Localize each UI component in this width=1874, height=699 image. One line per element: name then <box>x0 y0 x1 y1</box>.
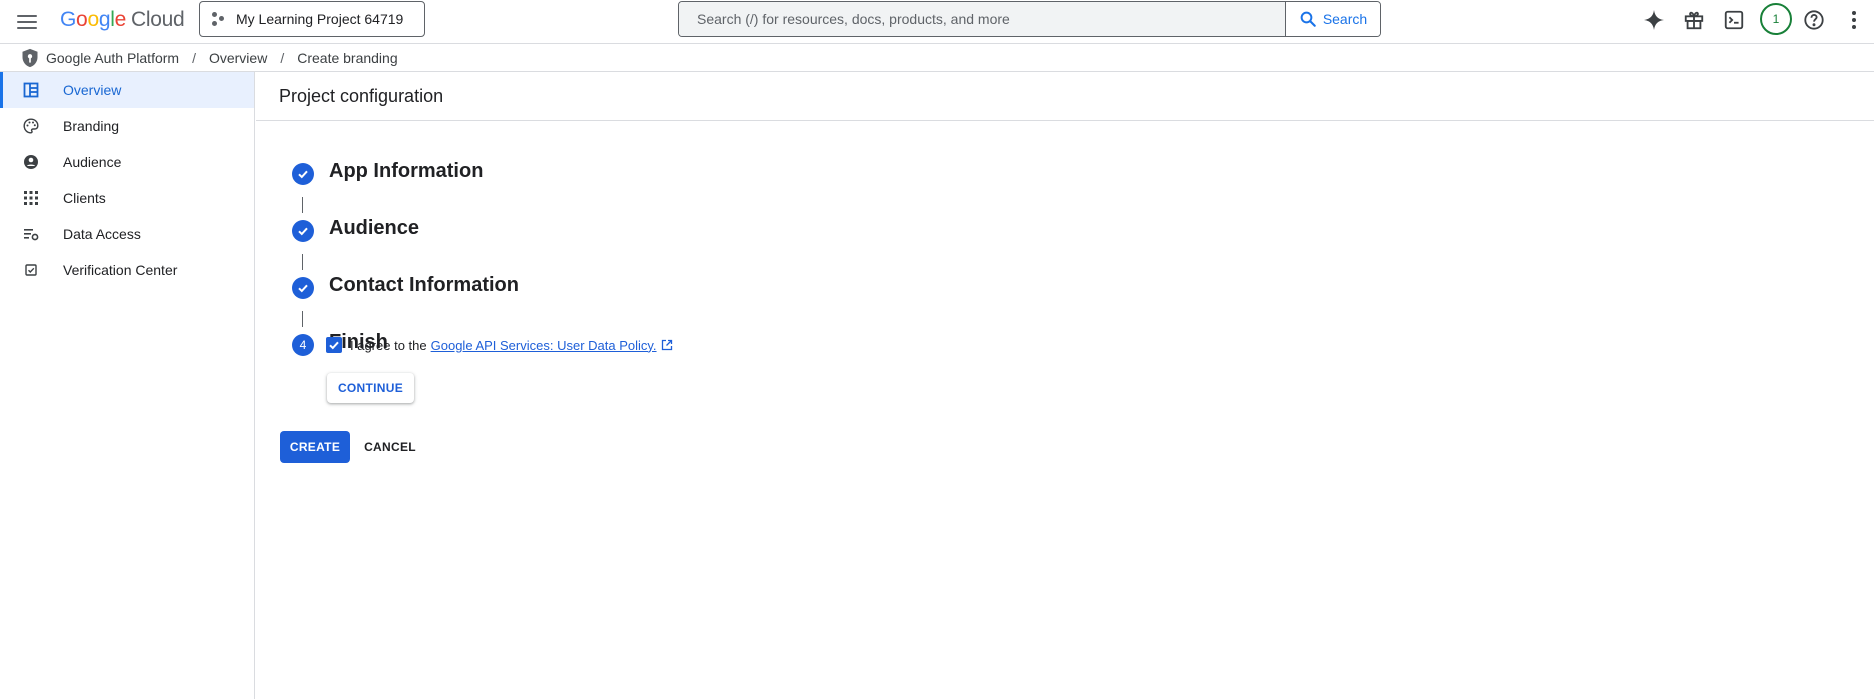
palette-icon <box>23 118 39 134</box>
sidebar-item-label: Branding <box>63 118 120 134</box>
search-bar: Search <box>678 1 1381 37</box>
dashboard-icon <box>23 82 39 98</box>
step-connector <box>302 197 303 213</box>
sidebar-item-data-access[interactable]: Data Access <box>0 216 254 252</box>
project-picker-button[interactable]: My Learning Project 64719 <box>199 1 425 37</box>
sidebar-item-overview[interactable]: Overview <box>0 72 254 108</box>
main-content: Project configuration App Information Au… <box>256 72 1874 699</box>
breadcrumb-separator: / <box>280 49 285 66</box>
user-data-policy-link[interactable]: Google API Services: User Data Policy. <box>431 338 657 353</box>
project-hierarchy-icon <box>212 12 226 26</box>
breadcrumb-auth-platform[interactable]: Google Auth Platform <box>46 50 179 66</box>
step-title: Audience <box>329 217 420 239</box>
sidebar-item-verification-center[interactable]: Verification Center <box>0 252 254 288</box>
sidebar-item-label: Verification Center <box>63 262 178 278</box>
search-input[interactable] <box>679 2 1285 36</box>
cancel-button[interactable]: CANCEL <box>358 431 422 463</box>
sidebar-item-audience[interactable]: Audience <box>0 144 254 180</box>
person-circle-icon <box>24 155 38 169</box>
breadcrumb-overview[interactable]: Overview <box>209 50 267 66</box>
step-complete-check-icon <box>292 277 314 299</box>
checked-calendar-icon <box>25 264 37 276</box>
agree-label: I agree to the <box>350 337 427 353</box>
top-app-bar: Google Cloud My Learning Project 64719 Se… <box>0 0 1874 44</box>
account-avatar[interactable]: 1 <box>1760 3 1792 35</box>
policy-agreement-row: I agree to the Google API Services: User… <box>326 337 673 353</box>
list-settings-icon <box>24 229 39 241</box>
google-cloud-logo[interactable]: Google Cloud <box>60 8 185 32</box>
step-complete-check-icon <box>292 163 314 185</box>
logo-cloud-text: Cloud <box>130 8 185 31</box>
sidebar-item-clients[interactable]: Clients <box>0 180 254 216</box>
breadcrumb: Google Auth Platform / Overview / Create… <box>0 44 1874 72</box>
sidebar-item-label: Data Access <box>63 226 141 242</box>
avatar-initial: 1 <box>1772 12 1780 26</box>
step-connector <box>302 254 303 270</box>
sidebar-item-label: Clients <box>63 190 106 206</box>
create-button[interactable]: CREATE <box>280 431 350 463</box>
step-connector <box>302 311 303 327</box>
sidebar-item-label: Overview <box>63 82 122 98</box>
agree-checkbox[interactable] <box>326 337 342 353</box>
logo-google-text: Google <box>60 8 126 31</box>
breadcrumb-separator: / <box>192 49 196 66</box>
search-icon <box>1300 11 1316 27</box>
sparkle-icon[interactable] <box>1640 6 1668 34</box>
sidebar: Overview Branding Audience Clients Data … <box>0 72 255 699</box>
search-button-label: Search <box>1322 11 1368 27</box>
continue-button[interactable]: CONTINUE <box>327 373 414 403</box>
search-button[interactable]: Search <box>1285 2 1380 36</box>
menu-icon[interactable] <box>14 9 40 35</box>
step-number-badge: 4 <box>292 334 314 356</box>
breadcrumb-create-branding: Create branding <box>297 49 398 66</box>
terminal-icon[interactable] <box>1720 6 1748 34</box>
page-title: Project configuration <box>256 72 1874 121</box>
sidebar-item-branding[interactable]: Branding <box>0 108 254 144</box>
shield-lock-icon <box>22 48 38 67</box>
more-vert-icon[interactable] <box>1840 6 1868 34</box>
step-complete-check-icon <box>292 220 314 242</box>
step-title: Contact Information <box>329 274 519 296</box>
help-icon[interactable] <box>1800 6 1828 34</box>
gift-icon[interactable] <box>1680 6 1708 34</box>
step-title: App Information <box>329 160 484 182</box>
project-name: My Learning Project 64719 <box>236 11 404 27</box>
open-in-new-icon[interactable] <box>661 339 673 351</box>
apps-grid-icon <box>24 191 38 205</box>
sidebar-item-label: Audience <box>63 154 122 170</box>
